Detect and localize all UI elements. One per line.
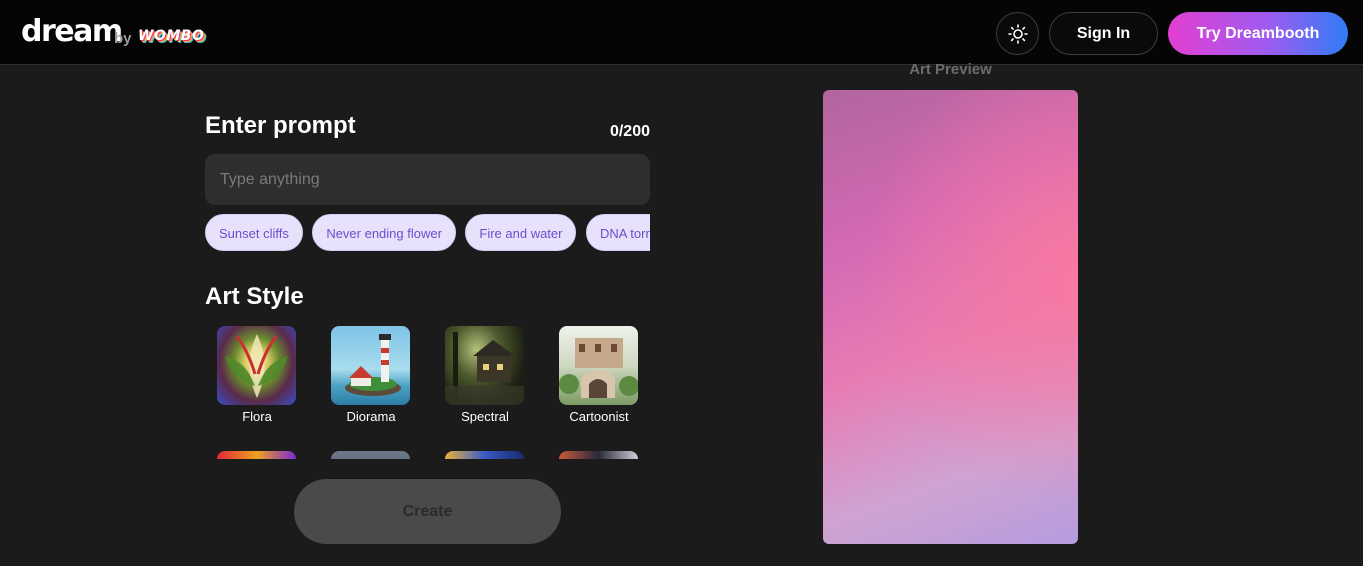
style-item-row2[interactable] (559, 451, 639, 459)
style-thumbnail (559, 451, 638, 459)
sun-icon (1007, 23, 1028, 44)
theme-toggle-button[interactable] (996, 12, 1039, 55)
art-style-grid: Flora Diorama Spectral Cartoonist (205, 322, 650, 459)
try-dreambooth-button[interactable]: Try Dreambooth (1168, 12, 1348, 55)
spectral-thumbnail (445, 326, 524, 405)
art-preview-label: Art Preview (909, 61, 992, 78)
character-counter: 0/200 (609, 123, 650, 140)
prompt-input[interactable] (205, 154, 650, 205)
suggestion-chip[interactable]: Never ending flower (312, 214, 456, 251)
enter-prompt-heading: Enter prompt (205, 112, 356, 139)
art-preview-card (823, 90, 1078, 544)
style-label: Cartoonist (569, 409, 629, 424)
sign-in-button[interactable]: Sign In (1049, 12, 1158, 55)
dream-logo[interactable]: dream (21, 14, 123, 49)
style-thumbnail (217, 451, 296, 459)
suggestion-chip[interactable]: Fire and water (465, 214, 577, 251)
style-spectral[interactable]: Spectral (445, 326, 525, 424)
style-label: Spectral (461, 409, 509, 424)
prompt-suggestions: Sunset cliffs Never ending flower Fire a… (205, 214, 650, 252)
style-label: Diorama (346, 409, 396, 424)
top-bar: dream by WOMBO Sign In Try Dreambooth (0, 0, 1363, 65)
style-thumbnail (331, 451, 410, 459)
by-label: by (114, 30, 132, 47)
style-item-row2[interactable] (445, 451, 525, 459)
style-cartoonist[interactable]: Cartoonist (559, 326, 639, 424)
wombo-logo[interactable]: WOMBO (138, 28, 204, 44)
suggestion-chip[interactable]: DNA tornado (585, 214, 650, 251)
create-button[interactable]: Create (294, 479, 561, 544)
art-style-heading: Art Style (205, 283, 304, 310)
style-flora[interactable]: Flora (217, 326, 297, 424)
style-thumbnail (445, 451, 524, 459)
diorama-thumbnail (331, 326, 410, 405)
style-diorama[interactable]: Diorama (331, 326, 411, 424)
flora-thumbnail (217, 326, 296, 405)
cartoonist-thumbnail (559, 326, 638, 405)
style-item-row2[interactable] (331, 451, 411, 459)
suggestion-chip[interactable]: Sunset cliffs (205, 214, 303, 251)
style-label: Flora (242, 409, 272, 424)
style-item-row2[interactable] (217, 451, 297, 459)
